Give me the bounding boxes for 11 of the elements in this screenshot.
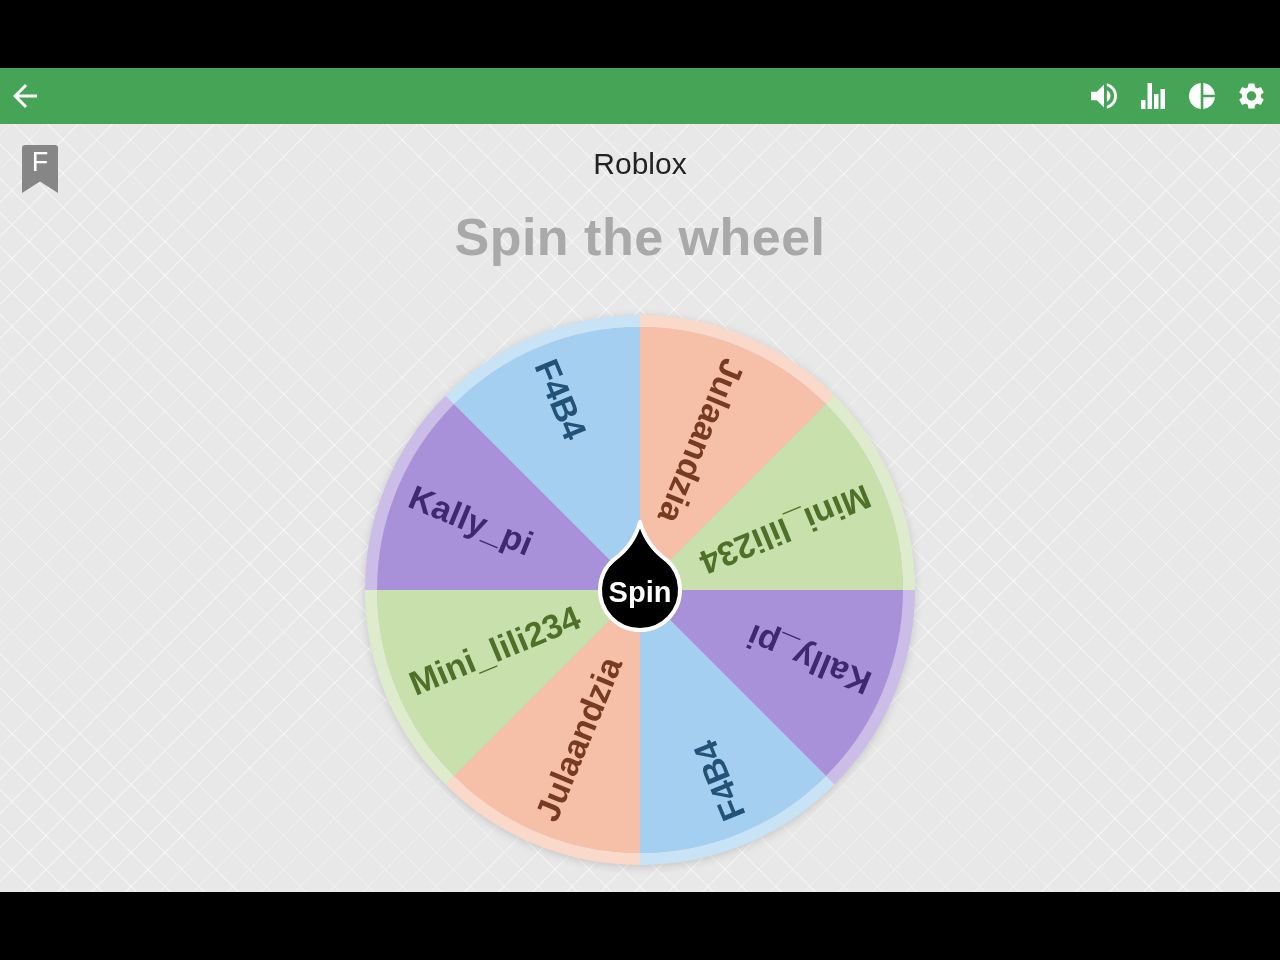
- bookmark-button[interactable]: F: [22, 145, 58, 193]
- back-arrow-icon[interactable]: [13, 84, 37, 108]
- pie-chart-icon[interactable]: [1189, 83, 1215, 109]
- volume-icon[interactable]: [1091, 83, 1117, 109]
- bar-chart-icon[interactable]: [1141, 83, 1165, 109]
- segment-label: F4B4: [685, 735, 753, 827]
- settings-icon[interactable]: [1239, 83, 1264, 109]
- heading: Spin the wheel: [454, 207, 826, 267]
- page-title: Roblox: [593, 146, 687, 182]
- spin-button[interactable]: Spin: [598, 520, 682, 632]
- segment-label: F4B4: [527, 353, 595, 445]
